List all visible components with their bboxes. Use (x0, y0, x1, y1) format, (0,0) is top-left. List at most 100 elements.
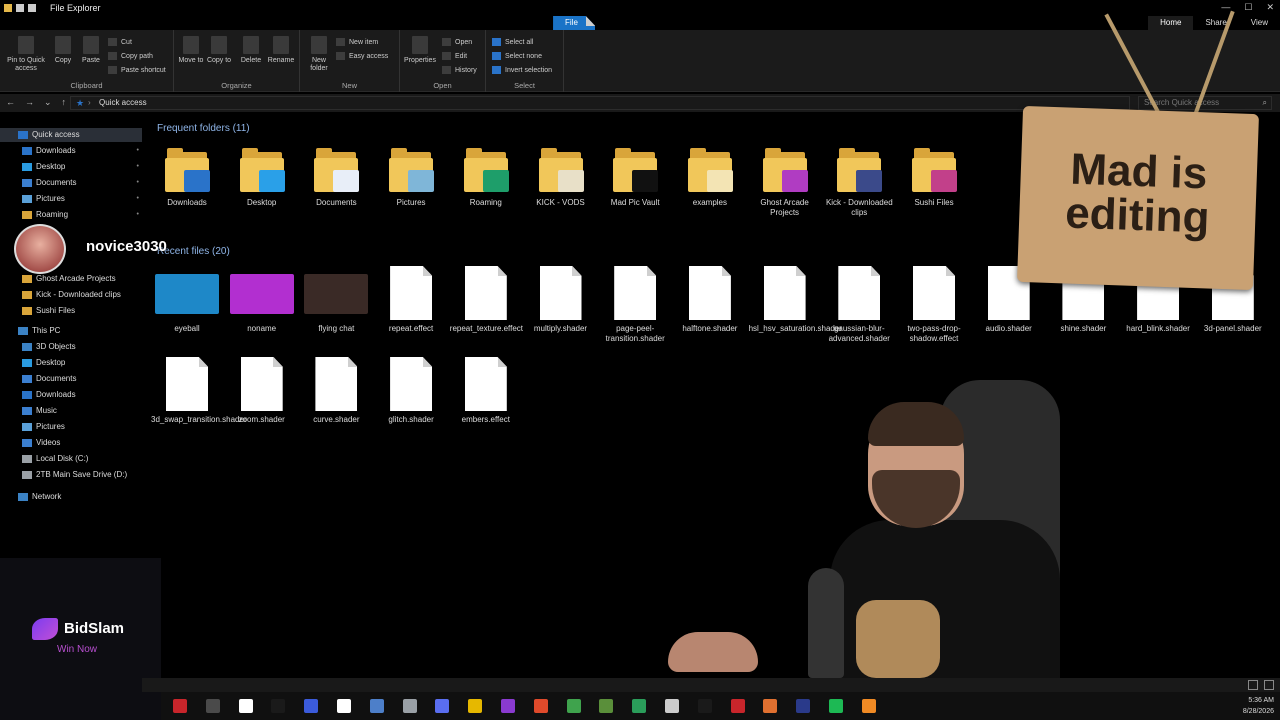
nav-item-desktop[interactable]: Desktop (0, 356, 142, 370)
nav-item-pictures[interactable]: Pictures • (0, 192, 142, 206)
nav-item-kick-downloaded-clips[interactable]: Kick - Downloaded clips (0, 288, 142, 302)
nav-item-roaming[interactable]: Roaming • (0, 208, 142, 222)
file-tile[interactable]: embers.effect (450, 357, 522, 425)
minimize-icon[interactable]: — (1221, 2, 1230, 13)
edit-button[interactable]: Edit (442, 52, 467, 60)
new-item-button[interactable]: New item (336, 38, 378, 46)
taskbar-app-icon[interactable] (468, 699, 483, 713)
new-folder-button[interactable]: New folder (304, 36, 334, 73)
details-view-icon[interactable] (1248, 680, 1258, 690)
rename-button[interactable]: Rename (266, 36, 296, 65)
folder-tile[interactable]: Mad Pic Vault (599, 144, 671, 208)
file-tile[interactable]: multiply.shader (525, 266, 597, 334)
file-tile[interactable]: 3d_swap_transition.shader (151, 357, 247, 425)
file-tile[interactable]: two-pass-drop-shadow.effect (898, 266, 970, 344)
taskbar-app-icon[interactable] (271, 699, 286, 713)
nav-item-downloads[interactable]: Downloads • (0, 144, 142, 158)
folder-tile[interactable]: KICK - VODS (525, 144, 597, 208)
taskbar-app-icon[interactable] (599, 699, 614, 713)
breadcrumb[interactable]: Quick access (99, 98, 147, 107)
folder-tile[interactable]: Ghost Arcade Projects (749, 144, 821, 218)
taskbar-app-icon[interactable] (829, 699, 843, 713)
taskbar-app-icon[interactable] (337, 699, 351, 713)
open-button[interactable]: Open (442, 38, 472, 46)
file-tile[interactable]: curve.shader (300, 357, 372, 425)
tab-home[interactable]: Home (1148, 16, 1194, 30)
folder-tile[interactable]: Sushi Files (898, 144, 970, 208)
file-tile[interactable]: noname (226, 266, 298, 334)
paste-shortcut-button[interactable]: Paste shortcut (108, 66, 166, 74)
folder-tile[interactable]: Roaming (450, 144, 522, 208)
recent-locations-icon[interactable]: ⌄ (44, 97, 52, 108)
taskbar-app-icon[interactable] (796, 699, 811, 713)
taskbar-app-icon[interactable] (402, 699, 417, 713)
taskbar-app-icon[interactable] (205, 699, 220, 713)
address-bar[interactable]: ★ › Quick access (70, 96, 1130, 110)
taskbar-app-icon[interactable] (697, 699, 712, 713)
tab-view[interactable]: View (1239, 16, 1280, 30)
new-folder-icon[interactable] (28, 4, 36, 12)
invert-selection-button[interactable]: Invert selection (492, 66, 552, 74)
file-tile[interactable]: eyeball (151, 266, 223, 334)
taskbar-app-icon[interactable] (763, 699, 778, 713)
folder-tile[interactable]: Documents (300, 144, 372, 208)
folder-tile[interactable]: Desktop (226, 144, 298, 208)
paste-button[interactable]: Paste (76, 36, 106, 65)
copy-to-button[interactable]: Copy to (204, 36, 234, 65)
file-tile[interactable]: page-peel-transition.shader (599, 266, 671, 344)
file-tile[interactable]: gaussian-blur-advanced.shader (823, 266, 895, 344)
properties-icon[interactable] (16, 4, 24, 12)
nav-item-documents[interactable]: Documents (0, 372, 142, 386)
copy-path-button[interactable]: Copy path (108, 52, 153, 60)
file-tile[interactable]: glitch.shader (375, 357, 447, 425)
move-to-button[interactable]: Move to (176, 36, 206, 65)
back-arrow-icon[interactable]: ← (6, 97, 15, 108)
file-tile[interactable]: flying chat (300, 266, 372, 334)
folder-tile[interactable]: Pictures (375, 144, 447, 208)
taskbar-app-icon[interactable] (861, 699, 876, 713)
cut-button[interactable]: Cut (108, 38, 132, 46)
nav-item-ghost-arcade-projects[interactable]: Ghost Arcade Projects (0, 272, 142, 286)
taskbar-app-icon[interactable] (238, 699, 253, 713)
file-tile[interactable]: halftone.shader (674, 266, 746, 334)
file-tile[interactable]: hsl_hsv_saturation.shader (749, 266, 842, 334)
taskbar-app-icon[interactable] (501, 699, 515, 713)
file-tile[interactable]: zoom.shader (226, 357, 298, 425)
folder-tile[interactable]: Kick - Downloaded clips (823, 144, 895, 218)
copy-button[interactable]: Copy (48, 36, 78, 65)
nav-item-sushi-files[interactable]: Sushi Files (0, 304, 142, 318)
taskbar-app-icon[interactable] (730, 699, 745, 713)
taskbar-app-icon[interactable] (369, 699, 384, 713)
nav-item-pictures[interactable]: Pictures (0, 420, 142, 434)
properties-button[interactable]: Properties (402, 36, 438, 65)
nav-item-downloads[interactable]: Downloads (0, 388, 142, 402)
maximize-icon[interactable]: ☐ (1244, 2, 1252, 13)
large-icons-view-icon[interactable] (1264, 680, 1274, 690)
history-button[interactable]: History (442, 66, 477, 74)
forward-arrow-icon[interactable]: → (25, 97, 34, 108)
nav-item-3d-objects[interactable]: 3D Objects (0, 340, 142, 354)
nav-quick-access[interactable]: Quick access (0, 128, 142, 142)
easy-access-button[interactable]: Easy access (336, 52, 388, 60)
close-icon[interactable]: ✕ (1266, 2, 1274, 13)
up-arrow-icon[interactable]: ↑ (62, 97, 67, 108)
nav-item-videos[interactable]: Videos (0, 436, 142, 450)
taskbar-app-icon[interactable] (435, 699, 450, 713)
select-none-button[interactable]: Select none (492, 52, 542, 60)
select-all-button[interactable]: Select all (492, 38, 533, 46)
file-tile[interactable]: repeat.effect (375, 266, 447, 334)
nav-item-documents[interactable]: Documents • (0, 176, 142, 190)
delete-button[interactable]: Delete (236, 36, 266, 65)
nav-item-music[interactable]: Music (0, 404, 142, 418)
nav-this-pc[interactable]: This PC (0, 324, 142, 338)
nav-item-2tb-main-save-drive-d-[interactable]: 2TB Main Save Drive (D:) (0, 468, 142, 482)
frequent-folders-header[interactable]: Frequent folders (11) (157, 123, 250, 134)
file-tile[interactable]: repeat_texture.effect (450, 266, 523, 334)
recent-files-header[interactable]: Recent files (20) (157, 246, 230, 257)
taskbar-app-icon[interactable] (566, 699, 581, 713)
folder-tile[interactable]: Downloads (151, 144, 223, 208)
taskbar-app-icon[interactable] (304, 699, 319, 713)
system-clock[interactable]: 5:36 AM 8/28/2026 (1243, 695, 1274, 717)
folder-tile[interactable]: examples (674, 144, 746, 208)
taskbar-app-icon[interactable] (665, 699, 679, 713)
